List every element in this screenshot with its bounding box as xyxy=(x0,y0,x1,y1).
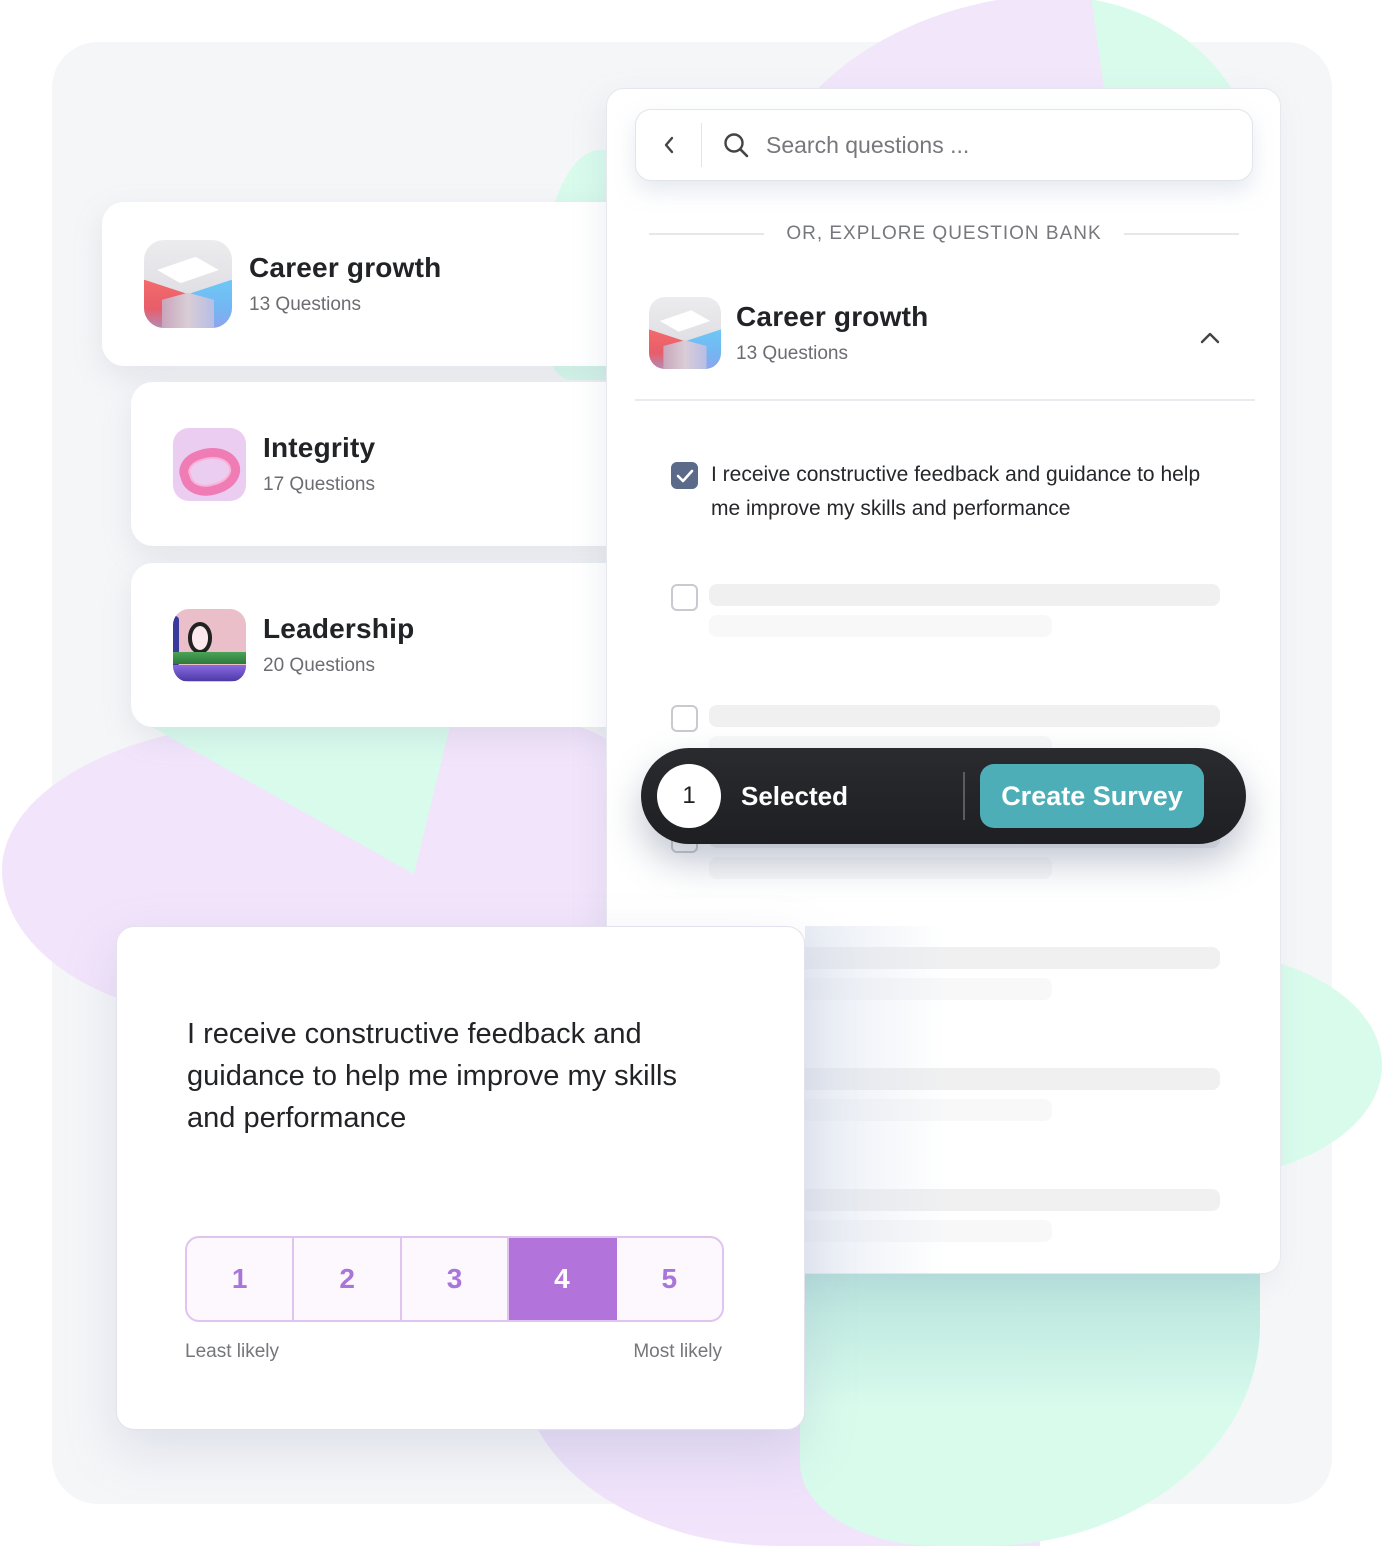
rating-option[interactable]: 2 xyxy=(294,1238,402,1320)
create-survey-button[interactable]: Create Survey xyxy=(980,764,1204,828)
integrity-ring-icon xyxy=(173,427,246,501)
scale-max-label: Most likely xyxy=(633,1341,722,1362)
category-card-integrity[interactable]: Integrity 17 Questions xyxy=(131,382,661,546)
scale-min-label: Least likely xyxy=(185,1341,279,1362)
category-section-header[interactable]: Career growth 13 Questions xyxy=(635,297,1255,401)
career-growth-cube-icon xyxy=(144,240,232,328)
question-text: I receive constructive feedback and guid… xyxy=(711,463,1201,520)
question-checkbox[interactable] xyxy=(671,584,698,611)
question-checkbox[interactable] xyxy=(671,705,698,732)
selected-label: Selected xyxy=(741,780,848,811)
divider-line xyxy=(649,233,765,235)
toolbar-divider xyxy=(963,772,965,820)
search-input[interactable] xyxy=(766,131,1206,159)
question-item[interactable]: I receive constructive feedback and guid… xyxy=(671,462,1231,526)
divider-line xyxy=(1123,233,1239,235)
category-title: Integrity xyxy=(263,432,376,463)
category-question-count: 17 Questions xyxy=(263,474,375,495)
chevron-up-icon[interactable] xyxy=(1195,323,1225,353)
rating-option-selected[interactable]: 4 xyxy=(509,1238,617,1320)
category-title: Leadership xyxy=(263,613,415,644)
preview-question-text: I receive constructive feedback and guid… xyxy=(187,1018,677,1134)
category-title: Career growth xyxy=(249,252,442,283)
selected-count-badge: 1 xyxy=(657,764,721,828)
chevron-left-icon xyxy=(664,136,673,154)
question-preview-card: I receive constructive feedback and guid… xyxy=(116,926,805,1430)
decorative-blob xyxy=(800,1270,1260,1546)
section-question-count: 13 Questions xyxy=(736,343,848,364)
rating-scale: 1 2 3 4 5 xyxy=(185,1236,724,1322)
category-question-count: 13 Questions xyxy=(249,294,361,315)
category-card-leadership[interactable]: Leadership 20 Questions xyxy=(131,563,661,727)
leadership-nut-icon xyxy=(173,608,246,682)
skeleton-placeholder xyxy=(709,584,1220,637)
checkmark-icon xyxy=(676,469,693,482)
rating-option[interactable]: 3 xyxy=(402,1238,510,1320)
question-bank-divider: OR, EXPLORE QUESTION BANK xyxy=(649,223,1239,245)
back-button[interactable] xyxy=(636,123,702,167)
career-growth-cube-icon xyxy=(649,297,721,369)
selection-toolbar: 1 Selected Create Survey xyxy=(641,748,1246,844)
rating-option[interactable]: 5 xyxy=(617,1238,722,1320)
search-icon xyxy=(724,133,749,158)
category-card-career-growth[interactable]: Career growth 13 Questions xyxy=(102,202,662,366)
question-checkbox[interactable] xyxy=(671,462,698,489)
question-item-loading[interactable] xyxy=(671,584,1220,637)
rating-option[interactable]: 1 xyxy=(187,1238,295,1320)
divider-text: OR, EXPLORE QUESTION BANK xyxy=(786,223,1102,244)
category-question-count: 20 Questions xyxy=(263,655,375,676)
section-title: Career growth xyxy=(736,301,929,332)
search-bar xyxy=(635,109,1253,181)
